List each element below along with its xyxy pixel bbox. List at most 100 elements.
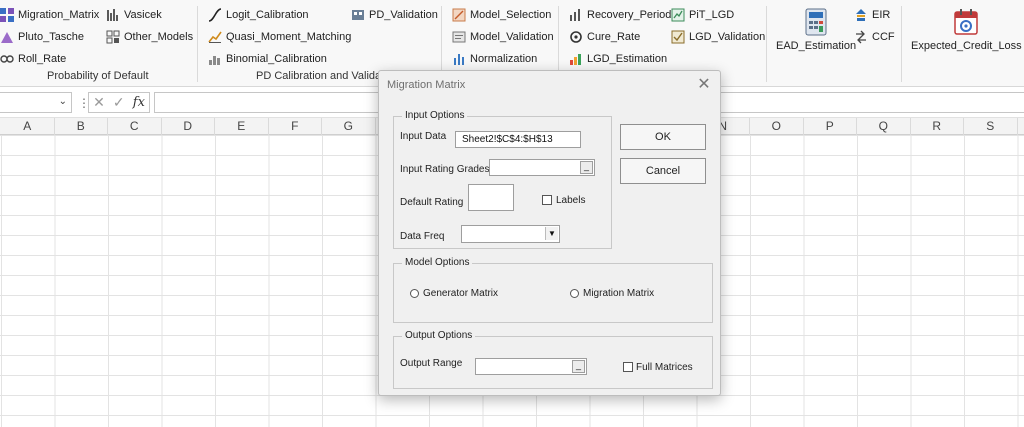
expected-credit-loss-label: Expected_Credit_Loss [911,40,1022,52]
range-select-icon[interactable]: _ [580,161,593,174]
recovery-period-icon [570,9,580,21]
data-freq-select[interactable]: ▼ [461,225,560,243]
labels-checkbox[interactable] [542,195,552,205]
ribbon-separator [197,6,198,82]
input-data-field[interactable]: Sheet2!$C$4:$H$13 [455,131,581,148]
recovery-period-label: Recovery_Period [587,9,672,21]
logit-curve-icon [208,8,222,22]
data-freq-label: Data Freq [400,231,445,242]
column-header[interactable]: P [804,118,857,135]
generator-matrix-radio[interactable] [410,289,419,298]
cure-rate-button[interactable]: Cure_Rate [569,29,640,45]
close-icon[interactable]: ✕ [694,75,714,95]
model-validation-icon [452,31,466,43]
normalization-label: Normalization [470,53,538,65]
range-select-icon[interactable]: _ [572,360,585,373]
ead-estimation-label: EAD_Estimation [776,40,857,52]
other-models-button[interactable]: Other_Models [106,29,193,45]
binomial-calibration-label: Binomial_Calibration [226,53,327,65]
chevron-down-icon[interactable]: ⌄ [59,96,67,107]
pit-lgd-button[interactable]: PiT_LGD [671,7,734,23]
column-header[interactable]: Q [857,118,911,135]
vasicek-icon [107,9,118,21]
output-options-legend: Output Options [402,330,476,341]
vasicek-button[interactable]: Vasicek [106,7,162,23]
confirm-formula-icon[interactable]: ✓ [113,94,125,111]
recovery-period-button[interactable]: Recovery_Period [569,7,671,23]
pd-validation-icon [352,10,364,20]
expected-credit-loss-button[interactable]: Expected_Credit_Loss [911,8,1022,52]
column-header[interactable]: A [1,118,55,135]
ribbon-separator [766,6,767,82]
migration-matrix-dialog: Migration Matrix ✕ Input Options Input D… [378,70,721,396]
lgd-validation-label: LGD_Validation [689,31,766,43]
generator-matrix-label: Generator Matrix [423,288,499,299]
column-header[interactable]: S [964,118,1018,135]
input-options-legend: Input Options [402,110,468,121]
matrix-grid-icon [0,8,14,22]
column-header[interactable]: E [215,118,269,135]
ead-estimation-button[interactable]: EAD_Estimation [776,8,856,52]
pluto-tasche-button[interactable]: Pluto_Tasche [0,29,84,45]
ok-button[interactable]: OK [620,124,706,150]
model-selection-icon [452,8,466,22]
binomial-calibration-button[interactable]: Binomial_Calibration [208,51,327,67]
quasi-moment-matching-label: Quasi_Moment_Matching [226,31,352,43]
logit-calibration-button[interactable]: Logit_Calibration [208,7,309,23]
column-header[interactable]: F [269,118,322,135]
roll-rate-button[interactable]: Roll_Rate [0,51,66,67]
normalization-button[interactable]: Normalization [452,51,537,67]
cancel-formula-icon[interactable]: ✕ [93,94,105,111]
formula-controls: ✕ ✓ fx [88,92,150,113]
rating-grades-label: Input Rating Grades [400,164,490,175]
ccf-icon [856,30,866,44]
output-range-field[interactable]: _ [475,358,587,375]
column-header[interactable]: R [911,118,964,135]
model-selection-button[interactable]: Model_Selection [452,7,551,23]
roll-rate-label: Roll_Rate [18,53,67,65]
dropdown-arrow-icon[interactable]: ▼ [545,227,558,240]
migration-matrix-button[interactable]: Migration_Matrix [0,7,99,23]
pit-lgd-icon [671,8,685,22]
ccf-button[interactable]: CCF [854,29,895,45]
column-header[interactable]: B [55,118,108,135]
column-header[interactable]: C [108,118,162,135]
input-data-label: Input Data [400,131,447,142]
eir-button[interactable]: EIR [854,7,890,23]
output-range-label: Output Range [400,358,463,369]
default-rating-field[interactable] [468,184,514,211]
binomial-icon [209,56,220,65]
other-models-icon [106,30,120,44]
pluto-tasche-icon [1,32,13,43]
migration-matrix-radio[interactable] [570,289,579,298]
dialog-title: Migration Matrix [387,79,466,91]
full-matrices-checkbox[interactable] [623,362,633,372]
ccf-label: CCF [872,31,895,43]
calendar-gear-icon [954,9,979,35]
migration-matrix-radio-label: Migration Matrix [583,288,655,299]
input-data-value: Sheet2!$C$4:$H$13 [462,134,553,145]
rating-grades-field[interactable]: _ [489,159,595,176]
eir-label: EIR [872,9,891,21]
ribbon-separator [901,6,902,82]
cancel-button[interactable]: Cancel [620,158,706,184]
lgd-estimation-button[interactable]: LGD_Estimation [569,51,667,67]
pd-group-label: Probability of Default [47,70,149,82]
model-validation-button[interactable]: Model_Validation [452,29,554,45]
logit-calibration-label: Logit_Calibration [226,9,309,21]
column-header[interactable]: D [162,118,215,135]
eir-icon [856,9,866,21]
insert-function-icon[interactable]: fx [133,95,145,110]
quasi-moment-matching-button[interactable]: Quasi_Moment_Matching [208,29,351,45]
other-models-label: Other_Models [124,31,194,43]
roll-rate-icon [0,55,14,63]
name-box[interactable]: ⌄ [0,92,72,113]
lgd-estimation-icon [570,54,581,65]
ead-calculator-icon [805,8,827,36]
full-matrices-label: Full Matrices [636,362,693,373]
column-header[interactable]: G [322,118,376,135]
pit-lgd-label: PiT_LGD [689,9,735,21]
column-header[interactable]: O [750,118,804,135]
pd-validation-button[interactable]: PD_Validation [351,7,438,23]
lgd-validation-button[interactable]: LGD_Validation [671,29,765,45]
